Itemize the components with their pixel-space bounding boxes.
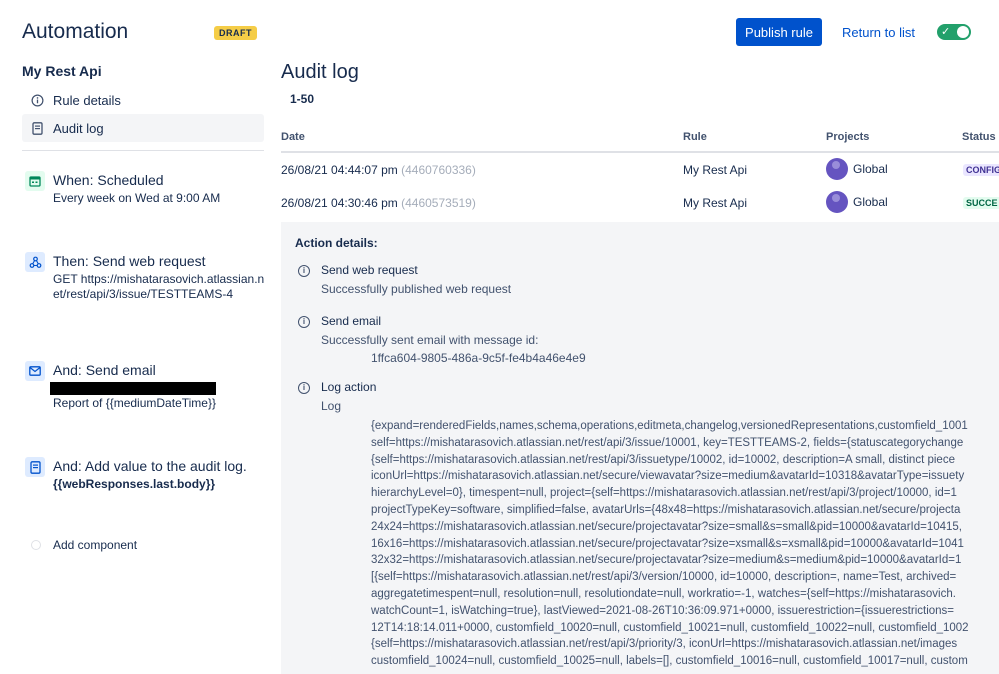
status-badge: SUCCE <box>963 197 999 209</box>
component-subtitle: Report of {{mediumDateTime}} <box>53 396 216 410</box>
log-line: customfield_10024=null, customfield_1002… <box>371 655 968 668</box>
table-row-date[interactable]: 26/08/21 04:30:46 pm (4460573519) <box>281 196 476 210</box>
action-message: Successfully sent email with message id: <box>321 333 539 347</box>
app-title: Automation <box>22 20 129 43</box>
table-row-rule: My Rest Api <box>683 163 748 177</box>
action-title: Send web request <box>321 263 418 277</box>
draft-badge: DRAFT <box>214 26 257 40</box>
log-line: 32x32=https://mishatarasovich.atlassian.… <box>371 554 962 567</box>
action-details-title: Action details: <box>295 236 378 250</box>
action-message: Successfully published web request <box>321 282 512 296</box>
action-title: Log action <box>321 380 377 394</box>
log-line: 24x24=https://mishatarasovich.atlassian.… <box>371 520 962 533</box>
action-message: Log <box>321 399 342 413</box>
rule-enabled-toggle[interactable]: ✓ <box>937 24 971 40</box>
component-title: And: Send email <box>53 362 156 378</box>
info-icon: i <box>298 382 310 394</box>
column-header-status[interactable]: Status <box>962 131 996 143</box>
date-text: 26/08/21 04:30:46 pm <box>281 196 398 210</box>
log-line: [{self=https://mishatarasovich.atlassian… <box>371 571 957 584</box>
execution-id: (4460760336) <box>401 163 476 177</box>
column-header-rule[interactable]: Rule <box>683 131 707 143</box>
table-row-project: Global <box>826 191 888 213</box>
table-row-project: Global <box>826 158 888 180</box>
info-icon <box>22 94 53 107</box>
component-title: When: Scheduled <box>53 172 164 188</box>
result-range: 1-50 <box>290 92 315 106</box>
rule-name: My Rest Api <box>22 63 102 79</box>
table-header-divider <box>281 151 999 153</box>
webhook-icon <box>25 252 45 272</box>
component-action-audit-log[interactable]: And: Add value to the audit log. {{webRe… <box>22 457 266 497</box>
email-icon <box>25 361 45 381</box>
check-icon: ✓ <box>941 26 951 38</box>
log-line: {self=https://mishatarasovich.atlassian.… <box>371 638 958 651</box>
log-line: self=https://mishatarasovich.atlassian.n… <box>371 436 964 449</box>
log-line: {self=https://mishatarasovich.atlassian.… <box>371 453 955 466</box>
publish-rule-button[interactable]: Publish rule <box>736 18 822 46</box>
component-subtitle: GET https://mishatarasovich.atlassian.ne… <box>53 272 265 301</box>
email-message-id: 1ffca604-9805-486a-9c5f-fe4b4a46e4e9 <box>371 351 586 365</box>
sidebar-item-rule-details[interactable]: Rule details <box>22 86 264 114</box>
log-line: projectTypeKey=software, simplified=fals… <box>371 503 961 516</box>
info-icon: i <box>298 316 310 328</box>
page-title: Audit log <box>281 61 359 83</box>
component-title: And: Add value to the audit log. <box>53 458 247 474</box>
action-details-panel: Action details: i Send web request Succe… <box>281 222 999 674</box>
globe-icon <box>826 191 848 213</box>
date-text: 26/08/21 04:44:07 pm <box>281 163 398 177</box>
document-icon <box>22 121 53 135</box>
sidebar-item-label: Rule details <box>53 92 121 108</box>
globe-icon <box>826 158 848 180</box>
document-icon <box>25 457 45 477</box>
table-row-rule: My Rest Api <box>683 196 748 210</box>
column-header-projects[interactable]: Projects <box>826 131 869 143</box>
log-line: 12T14:18:14.011+0000, customfield_10020=… <box>371 621 969 634</box>
add-component-label: Add component <box>53 538 138 552</box>
calendar-icon <box>25 171 45 191</box>
column-header-date[interactable]: Date <box>281 131 305 143</box>
sidebar-item-audit-log[interactable]: Audit log <box>22 114 264 142</box>
action-title: Send email <box>321 314 382 328</box>
redacted-recipient <box>50 382 216 395</box>
toggle-knob <box>957 26 969 38</box>
component-action-web-request[interactable]: Then: Send web request GET https://misha… <box>22 252 266 316</box>
log-line: watchCount=1, isWatching=true}, lastView… <box>371 604 955 617</box>
info-icon: i <box>298 265 310 277</box>
component-subtitle: Every week on Wed at 9:00 AM <box>53 191 221 205</box>
log-output: {expand=renderedFields,names,schema,oper… <box>371 418 969 670</box>
log-line: hierarchyLevel=0}, timespent=null, proje… <box>371 487 957 500</box>
execution-id: (4460573519) <box>401 196 476 210</box>
status-badge: CONFIG <box>963 164 999 176</box>
return-to-list-link[interactable]: Return to list <box>842 25 915 40</box>
log-line: aggregatetimespent=null, resolution=null… <box>371 587 956 600</box>
component-subtitle: {{webResponses.last.body}} <box>53 477 216 491</box>
project-label: Global <box>853 195 888 209</box>
log-line: {expand=renderedFields,names,schema,oper… <box>371 420 968 432</box>
sidebar-item-label: Audit log <box>53 120 104 136</box>
table-row-date[interactable]: 26/08/21 04:44:07 pm (4460760336) <box>281 163 476 177</box>
sidebar-divider <box>22 150 264 151</box>
project-label: Global <box>853 162 888 176</box>
add-circle-icon <box>31 540 41 550</box>
component-trigger-scheduled[interactable]: When: Scheduled Every week on Wed at 9:0… <box>22 171 266 211</box>
add-component-button[interactable]: Add component <box>22 538 137 552</box>
log-line: iconUrl=https://mishatarasovich.atlassia… <box>371 470 965 483</box>
log-line: 16x16=https://mishatarasovich.atlassian.… <box>371 537 964 550</box>
component-title: Then: Send web request <box>53 253 206 269</box>
